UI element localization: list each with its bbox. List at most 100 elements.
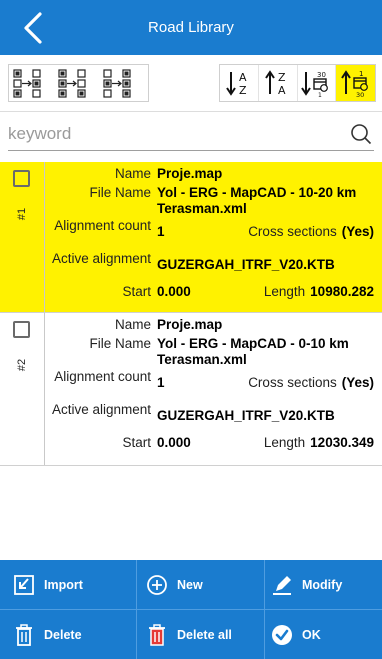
svg-text:Z: Z [278, 71, 286, 84]
modify-button[interactable]: Modify [270, 560, 342, 609]
back-arrow-icon[interactable] [18, 12, 48, 44]
svg-text:1: 1 [318, 92, 322, 98]
length: Length 12030.349 [264, 435, 374, 451]
name-line: Name Proje.map [45, 317, 374, 336]
sort-az-icon: A Z [226, 71, 247, 97]
row-checkbox[interactable] [13, 321, 30, 338]
svg-text:30: 30 [317, 71, 326, 79]
alignment-count-value: 1 [157, 375, 165, 390]
trash-icon [12, 623, 36, 647]
row-checkbox[interactable] [13, 170, 30, 187]
alignment-count-label: Alignment count [54, 369, 151, 384]
alignment-count-line: Alignment count 1 Cross sections (Yes) [45, 369, 374, 402]
length-label: Length [263, 435, 306, 450]
active-alignment-line: Active alignment GUZERGAH_ITRF_V20.KTB [45, 402, 374, 435]
active-alignment-label: Active alignment [51, 402, 151, 417]
road-list: #1 Name Proje.map File Name Yol - ERG - … [0, 162, 382, 466]
bottom-action-bar: Import New Modify Delete Delete all OK [0, 560, 382, 659]
length: Length 10980.282 [264, 284, 374, 300]
row-details: Name Proje.map File Name Yol - ERG - Map… [45, 313, 382, 458]
toolbar: A Z Z A 30 1 1 30 [0, 55, 382, 112]
length-value: 10980.282 [310, 284, 374, 299]
list-item[interactable]: #2 Name Proje.map File Name Yol - ERG - … [0, 313, 382, 466]
import-icon [12, 573, 36, 597]
delete-button[interactable]: Delete [12, 610, 82, 659]
start-value: 0.000 [157, 284, 191, 299]
row-left-column: #2 [0, 313, 45, 465]
alignment-count-line: Alignment count 1 Cross sections (Yes) [45, 218, 374, 251]
search-bar [8, 117, 374, 151]
svg-text:A: A [278, 84, 286, 97]
svg-text:30: 30 [356, 91, 364, 98]
svg-text:1: 1 [359, 70, 363, 78]
new-label: New [177, 577, 203, 592]
search-input[interactable] [8, 118, 328, 149]
sort-date-asc-icon: 1 30 [340, 70, 368, 98]
delete-all-button[interactable]: Delete all [145, 610, 232, 659]
svg-text:Z: Z [239, 84, 247, 97]
length-value: 12030.349 [310, 435, 374, 450]
sort-az-button[interactable]: A Z [220, 65, 259, 101]
alignment-count-label: Alignment count [54, 218, 151, 233]
name-value: Proje.map [157, 317, 223, 332]
sort-date-asc-button[interactable]: 1 30 [336, 65, 375, 101]
file-name-line: File Name Yol - ERG - MapCAD - 10-20 km … [45, 185, 374, 218]
active-alignment-label: Active alignment [51, 251, 151, 266]
sort-group: A Z Z A 30 1 1 30 [219, 64, 376, 102]
cross-sections-value: (Yes) [341, 375, 374, 390]
length-label: Length [263, 284, 306, 299]
import-label: Import [44, 577, 83, 592]
alignment-count-value: 1 [157, 224, 165, 239]
page-title: Road Library [148, 19, 234, 36]
name-line: Name Proje.map [45, 166, 374, 185]
sort-za-button[interactable]: Z A [259, 65, 298, 101]
app-header: Road Library [0, 0, 382, 55]
active-alignment-value: GUZERGAH_ITRF_V20.KTB [157, 408, 335, 423]
svg-text:A: A [239, 71, 247, 84]
delete-label: Delete [44, 627, 82, 642]
row-details: Name Proje.map File Name Yol - ERG - Map… [45, 162, 382, 307]
sort-date-desc-icon: 30 1 [301, 71, 329, 98]
row-left-column: #1 [0, 162, 45, 312]
move-checked-icon [12, 69, 131, 98]
row-index: #2 [16, 358, 28, 372]
trash-all-icon [145, 623, 169, 647]
cross-sections-label: Cross sections [248, 224, 337, 239]
start-label: Start [122, 435, 151, 450]
sort-date-desc-button[interactable]: 30 1 [298, 65, 337, 101]
file-name-value: Yol - ERG - MapCAD - 10-20 km Terasman.x… [157, 185, 357, 216]
ok-label: OK [302, 627, 321, 642]
modify-label: Modify [302, 577, 343, 592]
check-circle-icon [270, 623, 294, 647]
move-items-button[interactable] [8, 64, 149, 102]
search-icon[interactable] [350, 123, 372, 145]
start-value: 0.000 [157, 435, 191, 450]
name-label: Name [114, 166, 151, 181]
road-library-screen: Road Library A Z Z A 30 1 1 30 keyword #… [0, 0, 382, 659]
name-value: Proje.map [157, 166, 223, 181]
cross-sections: Cross sections (Yes) [248, 218, 374, 240]
bottom-divider [264, 560, 265, 659]
start-length-line: Start 0.000 Length 10980.282 [45, 284, 374, 303]
cross-sections-label: Cross sections [248, 375, 337, 390]
start-label: Start [122, 284, 151, 299]
list-item[interactable]: #1 Name Proje.map File Name Yol - ERG - … [0, 162, 382, 313]
delete-all-label: Delete all [177, 627, 232, 642]
bottom-divider [136, 560, 137, 659]
file-name-label: File Name [89, 185, 151, 200]
start-length-line: Start 0.000 Length 12030.349 [45, 435, 374, 454]
cross-sections: Cross sections (Yes) [248, 369, 374, 391]
active-alignment-value: GUZERGAH_ITRF_V20.KTB [157, 257, 335, 272]
row-index: #1 [16, 207, 28, 221]
name-label: Name [114, 317, 151, 332]
cross-sections-value: (Yes) [341, 224, 374, 239]
plus-circle-icon [145, 573, 169, 597]
active-alignment-line: Active alignment GUZERGAH_ITRF_V20.KTB [45, 251, 374, 284]
file-name-value: Yol - ERG - MapCAD - 0-10 km Terasman.xm… [157, 336, 349, 367]
ok-button[interactable]: OK [270, 610, 321, 659]
pencil-icon [270, 573, 294, 597]
new-button[interactable]: New [145, 560, 203, 609]
sort-za-icon: Z A [264, 70, 286, 97]
import-button[interactable]: Import [12, 560, 83, 609]
file-name-label: File Name [89, 336, 151, 351]
